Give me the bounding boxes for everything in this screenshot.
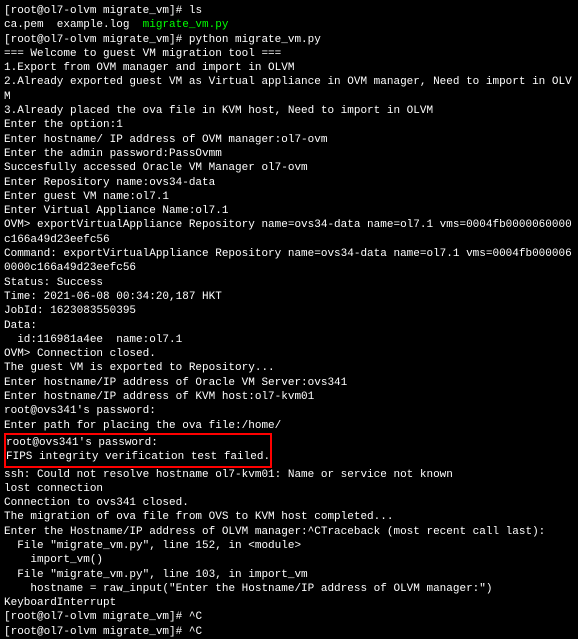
terminal-line: Time: 2021-06-08 00:34:20,187 HKT	[4, 290, 574, 304]
ls-output: ca.pem example.log	[4, 19, 143, 31]
terminal-line: Data:	[4, 319, 574, 333]
terminal-line: OVM> exportVirtualAppliance Repository n…	[4, 218, 574, 247]
terminal-line: Enter the option:1	[4, 118, 574, 132]
terminal-line: ssh: Could not resolve hostname ol7-kvm0…	[4, 468, 574, 482]
terminal-line: 3.Already placed the ova file in KVM hos…	[4, 104, 574, 118]
terminal-line: 2.Already exported guest VM as Virtual a…	[4, 75, 574, 104]
terminal-line: KeyboardInterrupt	[4, 596, 574, 610]
command-text: ^C	[189, 611, 202, 623]
terminal-line: OVM> Connection closed.	[4, 347, 574, 361]
terminal-line: JobId: 1623083550395	[4, 304, 574, 318]
terminal-line: root@ovs341's password:	[4, 404, 574, 418]
terminal-line: The guest VM is exported to Repository..…	[4, 361, 574, 375]
terminal-line: [root@ol7-olvm migrate_vm]# ^C	[4, 625, 574, 639]
terminal-line: [root@ol7-olvm migrate_vm]# ls	[4, 4, 574, 18]
shell-prompt: [root@ol7-olvm migrate_vm]#	[4, 5, 189, 17]
terminal-line: Enter hostname/IP address of Oracle VM S…	[4, 376, 574, 390]
command-text: ls	[189, 5, 202, 17]
terminal-line: Enter the admin password:PassOvmm	[4, 147, 574, 161]
terminal-line: Enter hostname/ IP address of OVM manage…	[4, 133, 574, 147]
terminal-line: Status: Success	[4, 276, 574, 290]
terminal-line: File "migrate_vm.py", line 152, in <modu…	[4, 539, 574, 553]
error-highlight-box: root@ovs341's password: FIPS integrity ve…	[4, 433, 574, 468]
terminal-line: Enter hostname/IP address of KVM host:ol…	[4, 390, 574, 404]
terminal-line: hostname = raw_input("Enter the Hostname…	[4, 582, 574, 596]
terminal-line: Enter the Hostname/IP address of OLVM ma…	[4, 525, 574, 539]
terminal-line: Connection to ovs341 closed.	[4, 496, 574, 510]
terminal-line: Succesfully accessed Oracle VM Manager o…	[4, 161, 574, 175]
terminal-line: FIPS integrity verification test failed.	[6, 451, 270, 463]
terminal-line: [root@ol7-olvm migrate_vm]# ^C	[4, 610, 574, 624]
terminal-line: ca.pem example.log migrate_vm.py	[4, 18, 574, 32]
shell-prompt: [root@ol7-olvm migrate_vm]#	[4, 34, 189, 46]
shell-prompt: [root@ol7-olvm migrate_vm]#	[4, 626, 189, 638]
terminal-line: 1.Export from OVM manager and import in …	[4, 61, 574, 75]
terminal-line: lost connection	[4, 482, 574, 496]
terminal-line: id:116981a4ee name:ol7.1	[4, 333, 574, 347]
terminal-line: === Welcome to guest VM migration tool =…	[4, 47, 574, 61]
terminal-line: Enter path for placing the ova file:/hom…	[4, 419, 574, 433]
terminal-line: Enter Virtual Appliance Name:ol7.1	[4, 204, 574, 218]
terminal-line: Enter Repository name:ovs34-data	[4, 176, 574, 190]
terminal-line: root@ovs341's password:	[6, 437, 158, 449]
terminal-line: Enter guest VM name:ol7.1	[4, 190, 574, 204]
terminal-line: File "migrate_vm.py", line 103, in impor…	[4, 568, 574, 582]
command-text: python migrate_vm.py	[189, 34, 321, 46]
terminal-line: Command: exportVirtualAppliance Reposito…	[4, 247, 574, 276]
shell-prompt: [root@ol7-olvm migrate_vm]#	[4, 611, 189, 623]
executable-file: migrate_vm.py	[143, 19, 229, 31]
command-text: ^C	[189, 626, 202, 638]
terminal-output[interactable]: [root@ol7-olvm migrate_vm]# ls ca.pem ex…	[4, 4, 574, 639]
terminal-line: [root@ol7-olvm migrate_vm]# python migra…	[4, 33, 574, 47]
terminal-line: import_vm()	[4, 553, 574, 567]
